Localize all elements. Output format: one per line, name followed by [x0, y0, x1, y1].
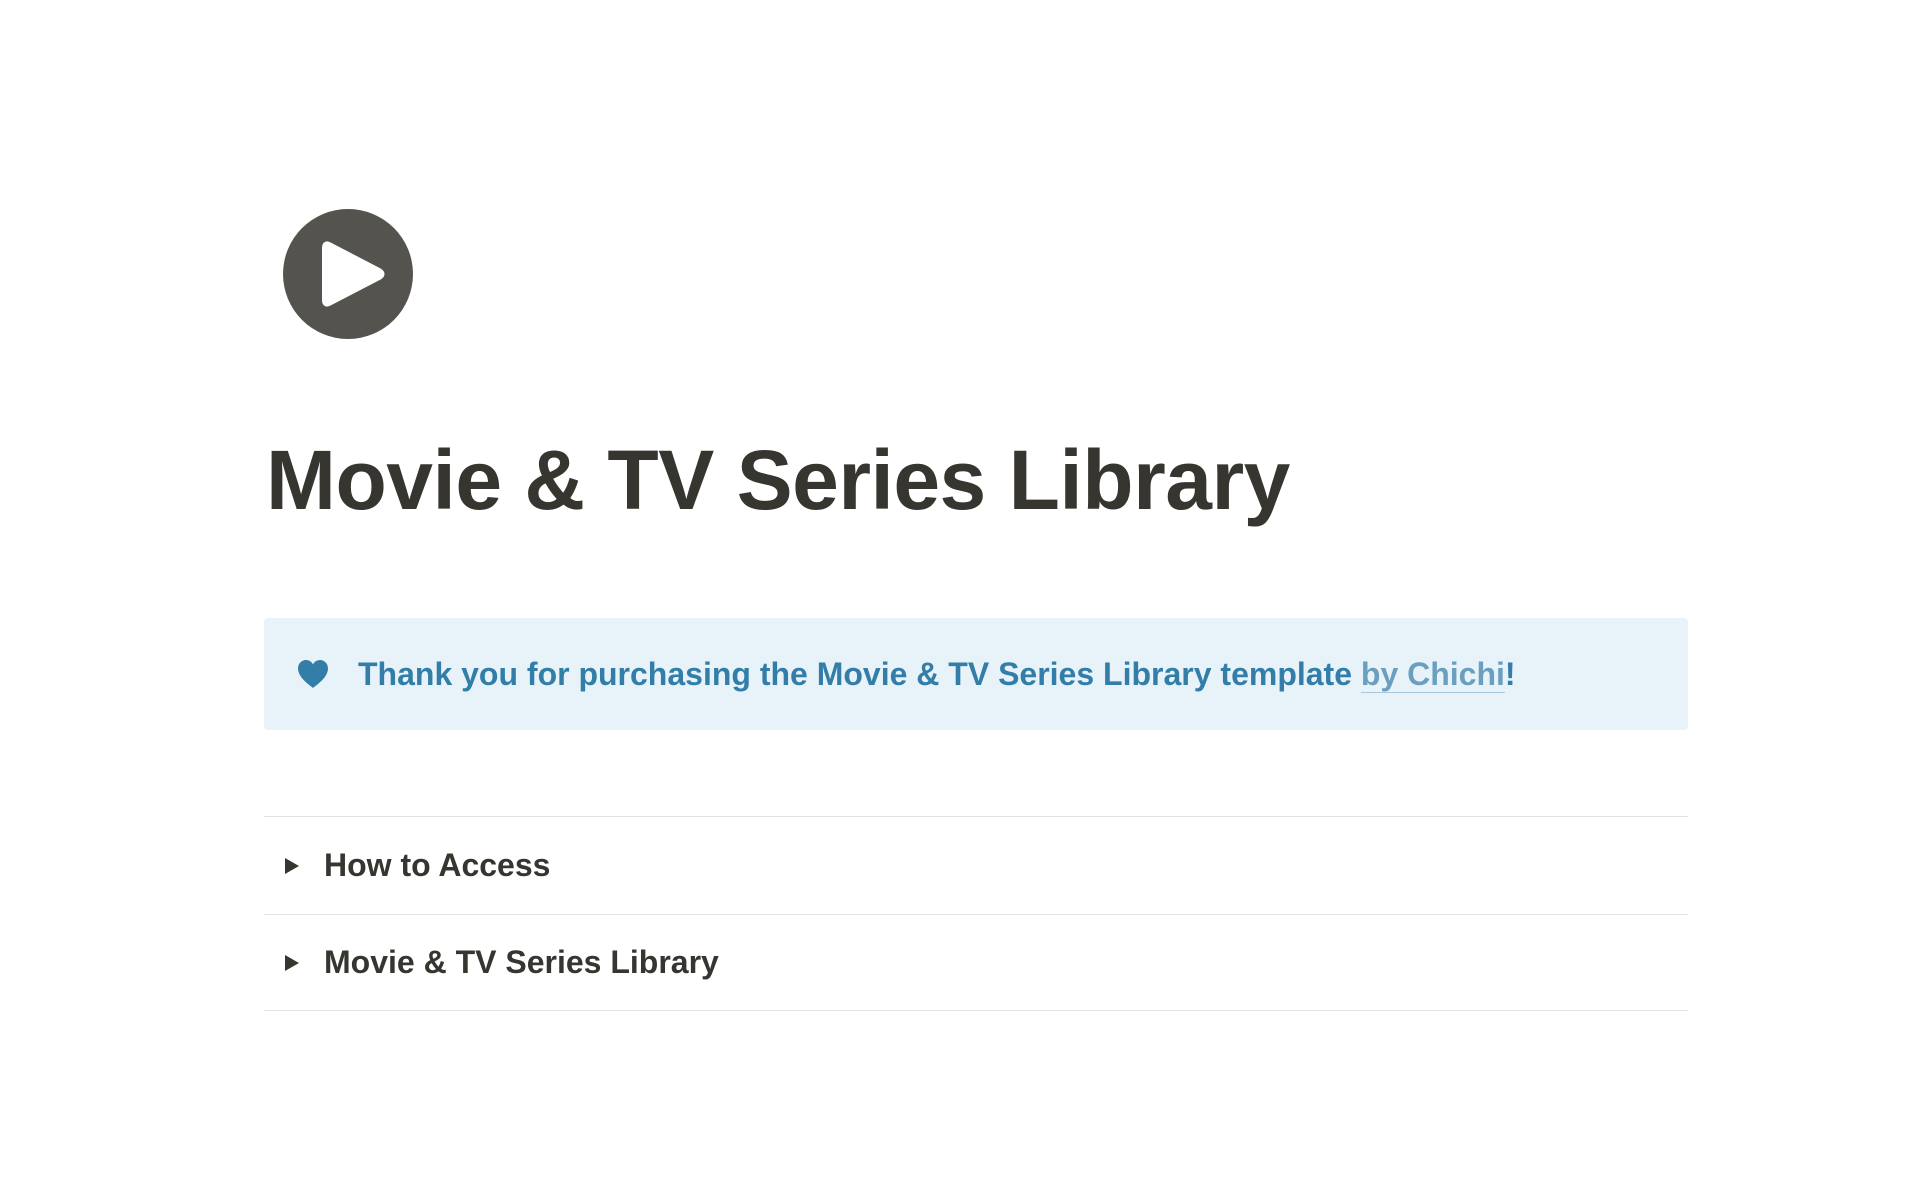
- play-circle-icon[interactable]: [283, 209, 413, 339]
- triangle-right-icon[interactable]: [280, 951, 304, 975]
- toggle-list: How to Access Movie & TV Series Library: [264, 816, 1688, 1011]
- page: Movie & TV Series Library Thank you for …: [0, 0, 1920, 1200]
- page-title[interactable]: Movie & TV Series Library: [266, 432, 1290, 529]
- heart-icon[interactable]: [296, 657, 330, 691]
- toggle-how-to-access[interactable]: How to Access: [264, 817, 1688, 915]
- toggle-movie-tv-series-library[interactable]: Movie & TV Series Library: [264, 915, 1688, 1011]
- callout-text-main: Thank you for purchasing the Movie & TV …: [358, 655, 1361, 692]
- triangle-right-icon[interactable]: [280, 854, 304, 878]
- callout-text: Thank you for purchasing the Movie & TV …: [358, 655, 1516, 693]
- callout-text-end: !: [1504, 655, 1516, 692]
- toggle-label: Movie & TV Series Library: [324, 944, 719, 980]
- toggle-label: How to Access: [324, 847, 551, 883]
- callout-block: Thank you for purchasing the Movie & TV …: [264, 618, 1688, 730]
- author-link[interactable]: by Chichi: [1360, 655, 1505, 693]
